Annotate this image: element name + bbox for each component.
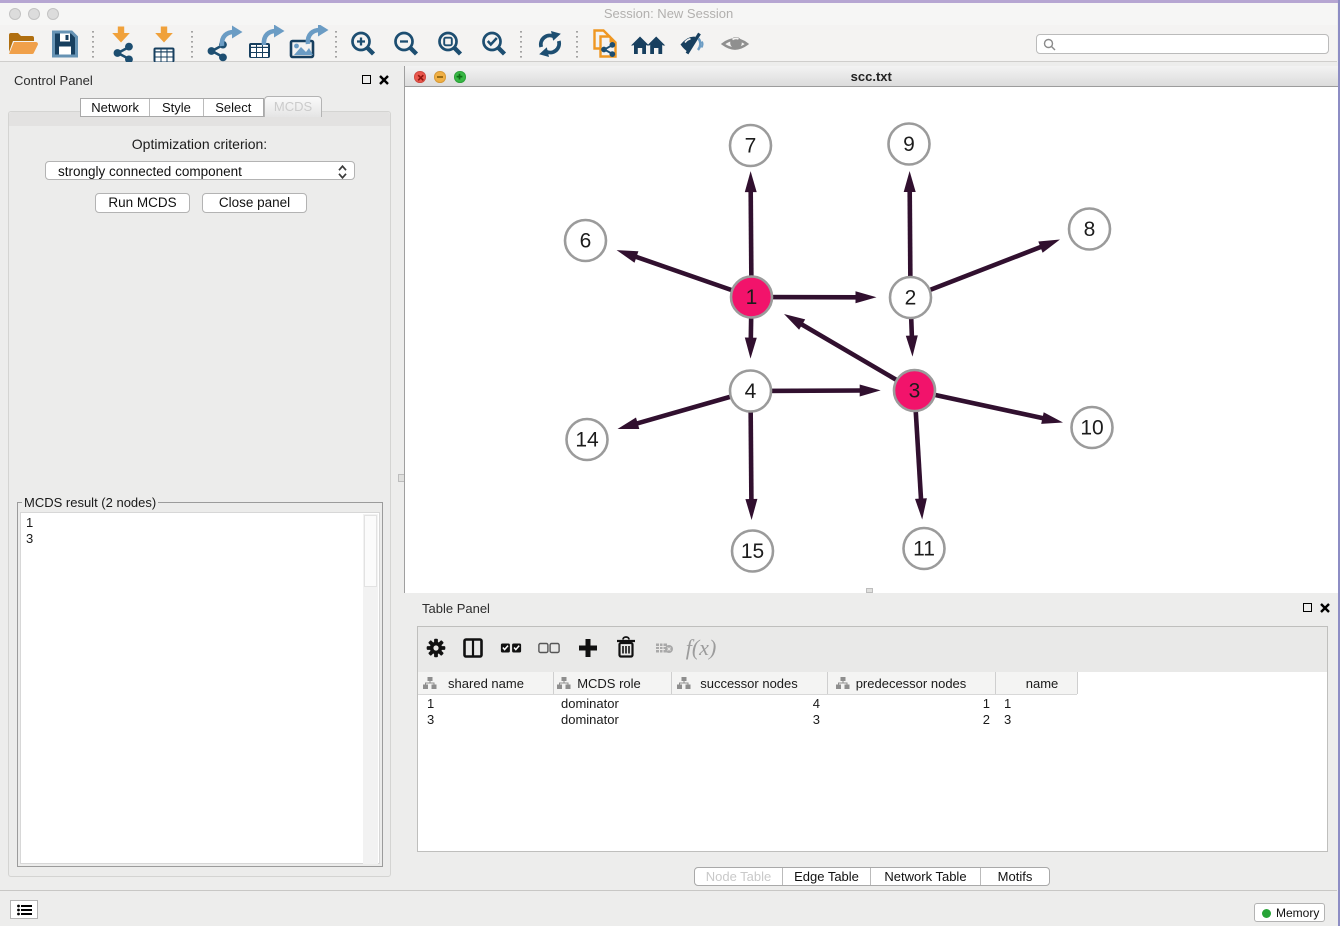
svg-text:7: 7 bbox=[745, 135, 757, 158]
svg-text:8: 8 bbox=[1084, 218, 1096, 241]
svg-text:9: 9 bbox=[903, 133, 915, 156]
svg-text:15: 15 bbox=[741, 540, 764, 563]
svg-text:14: 14 bbox=[575, 429, 599, 452]
svg-text:f(x): f(x) bbox=[686, 635, 717, 660]
svg-text:3: 3 bbox=[909, 380, 921, 403]
svg-text:10: 10 bbox=[1080, 417, 1103, 440]
svg-text:2: 2 bbox=[905, 287, 917, 310]
svg-text:6: 6 bbox=[580, 230, 592, 253]
svg-text:11: 11 bbox=[913, 538, 935, 561]
svg-text:4: 4 bbox=[745, 380, 757, 403]
svg-text:1: 1 bbox=[746, 286, 758, 309]
